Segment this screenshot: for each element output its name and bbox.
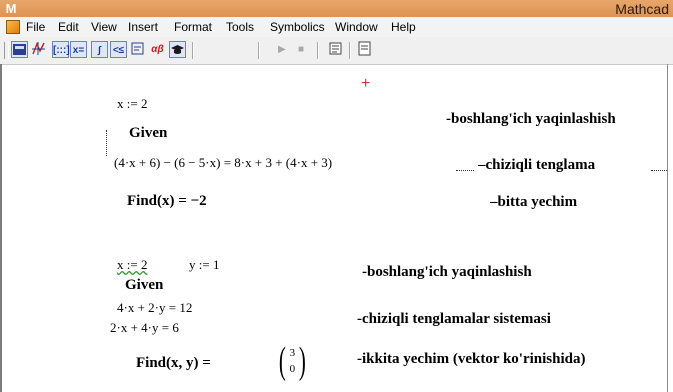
- comment-single-solution[interactable]: –bitta yechim: [490, 193, 577, 211]
- toolbar-separator: [317, 42, 319, 59]
- menu-insert[interactable]: Insert: [128, 20, 158, 34]
- initial-y-definition[interactable]: y := 1: [189, 256, 219, 274]
- menu-format[interactable]: Format: [174, 20, 212, 34]
- boolean-icon[interactable]: <≤: [110, 41, 127, 58]
- toolbar-separator: [192, 42, 194, 59]
- comment-linear-equation[interactable]: –chiziqli tenglama: [478, 156, 595, 174]
- toolbar-separator: [349, 42, 351, 59]
- resource-icon[interactable]: [356, 41, 373, 58]
- comment-initial-approx-2[interactable]: -boshlang'ich yaqinlashish: [362, 263, 532, 281]
- graph-icon[interactable]: [30, 41, 47, 58]
- window-title: Mathcad: [615, 1, 669, 17]
- initial-x-text: x := 2: [117, 257, 148, 272]
- crosshair-cursor-icon: +: [361, 75, 371, 92]
- vector-x-value: 3: [289, 347, 296, 359]
- evaluation-icon[interactable]: x=: [70, 41, 87, 58]
- worksheet-right-border: [667, 64, 668, 392]
- vector-values: 3 0: [289, 345, 297, 377]
- toolbar-separator: [258, 42, 260, 59]
- menu-tools[interactable]: Tools: [226, 20, 254, 34]
- region-boundary: [456, 170, 474, 171]
- menu-help[interactable]: Help: [391, 20, 416, 34]
- comment-two-solutions[interactable]: -ikkita yechim (vektor ko'rinishida): [357, 350, 586, 368]
- document-menu-icon[interactable]: [6, 20, 20, 34]
- region-boundary: [651, 170, 667, 171]
- stop-icon[interactable]: ■: [298, 44, 304, 56]
- menu-view[interactable]: View: [91, 20, 117, 34]
- initial-x-definition[interactable]: x := 2: [117, 95, 147, 113]
- menu-file[interactable]: File: [26, 20, 45, 34]
- symbolic-icon[interactable]: [169, 41, 186, 58]
- title-bar: M Mathcad: [0, 0, 673, 17]
- left-paren: (: [278, 340, 286, 382]
- right-paren: ): [299, 340, 306, 382]
- initial-x-definition-2[interactable]: x := 2: [117, 256, 147, 274]
- menu-edit[interactable]: Edit: [58, 20, 79, 34]
- math-toolbar: [:::] x= ∫ <≤ αβ ▶ ■: [0, 37, 673, 65]
- given-keyword[interactable]: Given: [129, 124, 167, 142]
- find-xy-expression[interactable]: Find(x, y) =: [136, 354, 211, 372]
- comment-initial-approx[interactable]: -boshlang'ich yaqinlashish: [446, 110, 616, 128]
- component-icon[interactable]: [327, 41, 344, 58]
- result-vector[interactable]: ( 3 0 ): [276, 342, 309, 380]
- linear-equation[interactable]: (4·x + 6) − (6 − 5·x) = 8·x + 3 + (4·x +…: [114, 154, 332, 172]
- mathcad-logo-icon: M: [5, 1, 17, 16]
- comment-linear-system[interactable]: -chiziqli tenglamalar sistemasi: [357, 310, 551, 328]
- region-boundary: [106, 130, 107, 156]
- given-keyword-2[interactable]: Given: [125, 276, 163, 294]
- matrix-icon[interactable]: [:::]: [52, 41, 70, 58]
- vector-y-value: 0: [289, 363, 296, 375]
- system-equation-2[interactable]: 2·x + 4·y = 6: [110, 319, 179, 337]
- calculus-icon[interactable]: ∫: [91, 41, 108, 58]
- calculator-icon[interactable]: [11, 41, 28, 58]
- system-equation-1[interactable]: 4·x + 2·y = 12: [117, 299, 192, 317]
- menu-window[interactable]: Window: [335, 20, 378, 34]
- programming-icon[interactable]: [129, 41, 146, 58]
- greek-icon[interactable]: αβ: [149, 41, 166, 58]
- menu-symbolics[interactable]: Symbolics: [270, 20, 325, 34]
- find-result[interactable]: Find(x) = −2: [127, 192, 207, 210]
- toolbar-grip[interactable]: [4, 42, 9, 59]
- menu-bar: File Edit View Insert Format Tools Symbo…: [0, 17, 673, 37]
- worksheet-left-border: [0, 64, 2, 392]
- play-icon[interactable]: ▶: [278, 44, 286, 56]
